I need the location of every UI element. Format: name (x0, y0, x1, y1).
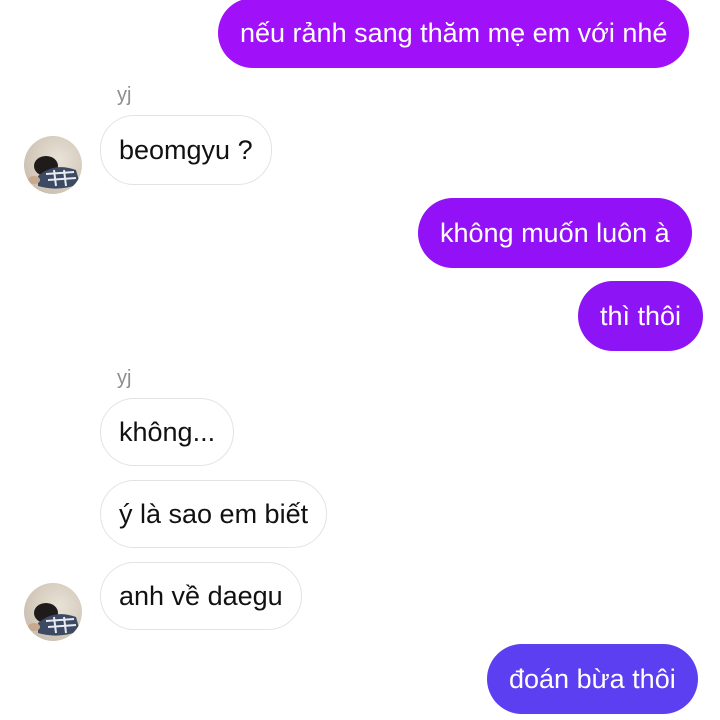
avatar[interactable] (24, 583, 82, 641)
avatar-photo-icon (28, 156, 80, 189)
chat-thread[interactable]: nếu rảnh sang thăm mẹ em với nhé yj beom… (0, 0, 720, 720)
incoming-message-bubble[interactable]: không... (100, 398, 235, 466)
avatar[interactable] (24, 136, 82, 194)
message-text: đoán bừa thôi (509, 664, 676, 694)
avatar-photo-icon (28, 603, 80, 636)
sender-name: yj (117, 84, 132, 106)
message-text: ý là sao em biết (119, 499, 309, 529)
message-text: thì thôi (600, 301, 682, 331)
incoming-message-bubble[interactable]: beomgyu ? (100, 115, 272, 185)
sender-name: yj (117, 367, 132, 389)
outgoing-message-bubble[interactable]: không muốn luôn à (418, 198, 692, 268)
message-text: không... (119, 417, 216, 447)
outgoing-message-bubble[interactable]: đoán bừa thôi (487, 644, 698, 714)
outgoing-message-bubble[interactable]: thì thôi (578, 281, 704, 351)
message-text: không muốn luôn à (440, 218, 670, 248)
message-text: nếu rảnh sang thăm mẹ em với nhé (240, 18, 668, 48)
incoming-message-bubble[interactable]: anh về daegu (100, 562, 302, 630)
outgoing-message-bubble[interactable]: nếu rảnh sang thăm mẹ em với nhé (218, 0, 690, 68)
message-text: anh về daegu (119, 581, 283, 611)
incoming-message-bubble[interactable]: ý là sao em biết (100, 480, 328, 548)
message-text: beomgyu ? (119, 135, 253, 165)
